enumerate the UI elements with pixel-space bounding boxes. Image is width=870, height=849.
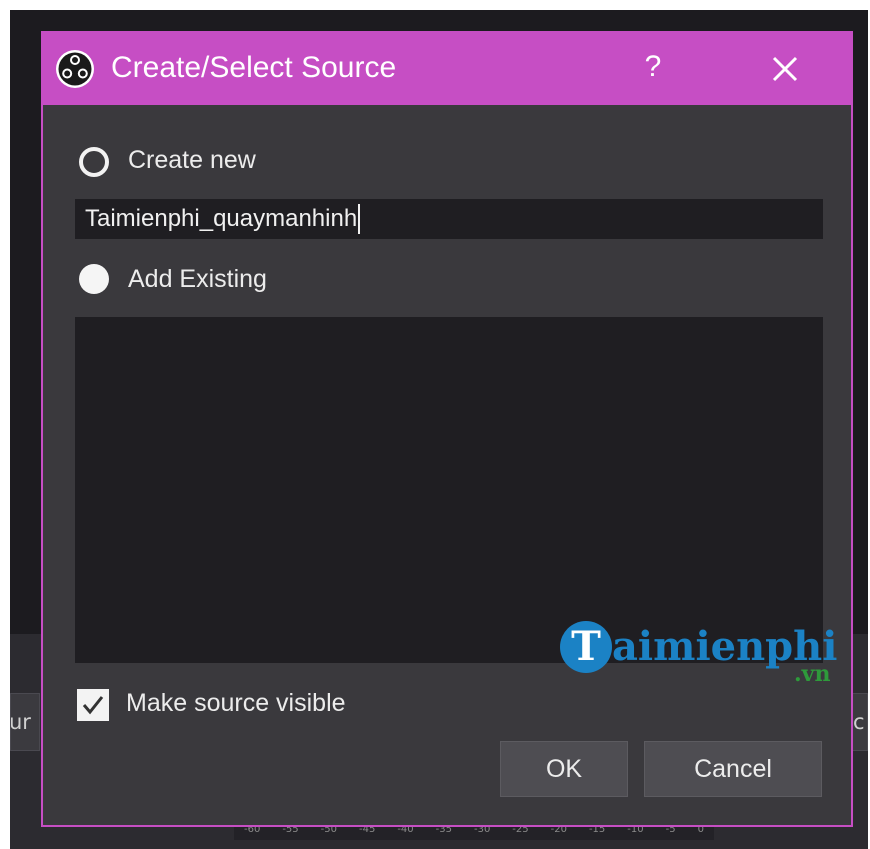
existing-sources-list[interactable] — [75, 317, 823, 663]
controls-panel-button[interactable]: c — [852, 693, 868, 751]
checkmark-icon — [82, 696, 104, 715]
create-new-label[interactable]: Create new — [128, 144, 256, 176]
source-name-input[interactable]: Taimienphi_quaymanhinh — [75, 199, 823, 239]
source-name-value: Taimienphi_quaymanhinh — [85, 205, 358, 232]
make-visible-label[interactable]: Make source visible — [126, 687, 346, 719]
add-existing-label[interactable]: Add Existing — [128, 263, 267, 295]
create-new-radio[interactable] — [79, 147, 109, 177]
make-visible-checkbox[interactable] — [77, 689, 109, 721]
watermark-suffix: .vn — [794, 661, 831, 687]
cancel-button[interactable]: Cancel — [644, 741, 822, 797]
close-icon[interactable] — [765, 49, 805, 89]
dialog-title: Create/Select Source — [111, 51, 397, 84]
taimienphi-watermark: T aimienphi .vn — [558, 617, 843, 691]
create-select-source-dialog: Create/Select Source ? Create new Taimie… — [41, 31, 853, 827]
obs-logo-icon — [56, 50, 94, 88]
add-existing-radio[interactable] — [79, 264, 109, 294]
sources-panel-button[interactable]: ur — [10, 693, 40, 751]
text-caret — [358, 204, 361, 234]
dialog-titlebar[interactable]: Create/Select Source ? — [43, 31, 853, 105]
help-button[interactable]: ? — [641, 47, 665, 87]
watermark-logo-letter: T — [560, 621, 612, 673]
ok-button[interactable]: OK — [500, 741, 628, 797]
